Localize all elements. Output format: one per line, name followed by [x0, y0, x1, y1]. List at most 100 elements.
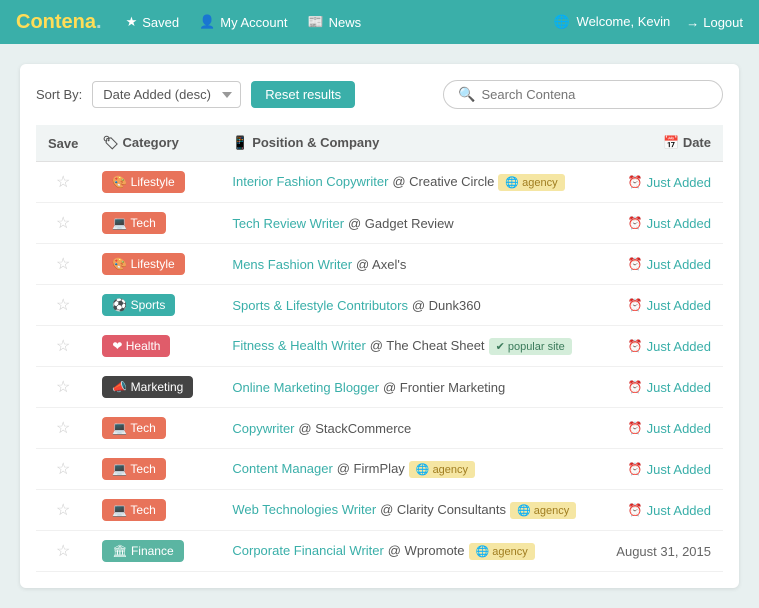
clock-icon: ⏰ [628, 421, 643, 435]
star-button[interactable]: ☆ [56, 420, 70, 437]
position-link[interactable]: Copywriter [232, 421, 294, 436]
category-badge[interactable]: 🎨 Lifestyle [102, 171, 184, 193]
td-save: ☆ [36, 449, 90, 490]
clock-icon: ⏰ [628, 298, 643, 312]
star-button[interactable]: ☆ [56, 379, 70, 396]
star-button[interactable]: ☆ [56, 543, 70, 560]
search-wrap: 🔍 [443, 80, 723, 109]
td-save: ☆ [36, 367, 90, 408]
table-row: ☆ ❤ Health Fitness & Health Writer @ The C… [36, 326, 723, 367]
just-added-label: ⏰ Just Added [605, 503, 711, 518]
calendar-icon: 📅 [663, 135, 683, 150]
search-input[interactable] [481, 87, 708, 102]
category-badge[interactable]: ❤ Health [102, 335, 170, 357]
star-button[interactable]: ☆ [56, 502, 70, 519]
sort-select[interactable]: Date Added (desc) [92, 81, 241, 108]
just-added-label: ⏰ Just Added [605, 421, 711, 436]
category-badge[interactable]: 🎨 Lifestyle [102, 253, 184, 275]
clock-icon: ⏰ [628, 380, 643, 394]
agency-tag: 🌐 agency [510, 502, 576, 519]
reset-button[interactable]: Reset results [251, 81, 355, 108]
td-save: ☆ [36, 326, 90, 367]
td-save: ☆ [36, 244, 90, 285]
star-button[interactable]: ☆ [56, 256, 70, 273]
logout-label: Logout [703, 15, 743, 30]
position-link[interactable]: Web Technologies Writer [232, 502, 376, 517]
th-position-label: Position & Company [252, 135, 379, 150]
td-position: Sports & Lifestyle Contributors @ Dunk36… [220, 285, 593, 326]
at-text: @ FirmPlay [337, 461, 405, 476]
at-text: @ Dunk360 [412, 298, 481, 313]
star-button[interactable]: ☆ [56, 461, 70, 478]
at-text: @ The Cheat Sheet [370, 338, 485, 353]
td-date: ⏰ Just Added [593, 244, 723, 285]
position-link[interactable]: Tech Review Writer [232, 216, 344, 231]
nav-account[interactable]: 👤 My Account [199, 14, 287, 30]
star-button[interactable]: ☆ [56, 297, 70, 314]
th-date: 📅 Date [593, 125, 723, 162]
just-added-label: ⏰ Just Added [605, 257, 711, 272]
category-badge[interactable]: 💻 Tech [102, 458, 165, 480]
td-date: ⏰ Just Added [593, 490, 723, 531]
logout-button[interactable]: → Logout [686, 15, 743, 30]
category-badge[interactable]: 📣 Marketing [102, 376, 193, 398]
agency-tag: 🌐 agency [409, 461, 475, 478]
position-link[interactable]: Mens Fashion Writer [232, 257, 352, 272]
td-position: Interior Fashion Copywriter @ Creative C… [220, 162, 593, 203]
table-row: ☆🏛 FinanceCorporate Financial Writer @ W… [36, 531, 723, 572]
position-link[interactable]: Online Marketing Blogger [232, 380, 379, 395]
position-link[interactable]: Interior Fashion Copywriter [232, 174, 388, 189]
td-date: ⏰ Just Added [593, 449, 723, 490]
just-added-label: ⏰ Just Added [605, 298, 711, 313]
just-added-label: ⏰ Just Added [605, 339, 711, 354]
table-row: ☆ 📣 Marketing Online Marketing Blogger @ F… [36, 367, 723, 408]
category-badge[interactable]: 🏛 Finance [102, 540, 183, 562]
nav-news[interactable]: 📰 News [307, 14, 361, 30]
category-badge[interactable]: ⚽ Sports [102, 294, 175, 316]
td-save: ☆ [36, 531, 90, 572]
navbar: Contena. ★ Saved 👤 My Account 📰 News 🌐 W… [0, 0, 759, 44]
user-icon: 👤 [199, 14, 215, 30]
star-button[interactable]: ☆ [56, 338, 70, 355]
at-text: @ Axel's [356, 257, 406, 272]
brand-logo[interactable]: Contena. [16, 11, 102, 34]
star-button[interactable]: ☆ [56, 174, 70, 191]
clock-icon: ⏰ [628, 462, 643, 476]
th-save-label: Save [48, 136, 78, 151]
nav-saved[interactable]: ★ Saved [126, 14, 180, 30]
position-link[interactable]: Fitness & Health Writer [232, 338, 365, 353]
td-date: ⏰ Just Added [593, 162, 723, 203]
td-position: Copywriter @ StackCommerce [220, 408, 593, 449]
table-row: ☆ 💻 Tech Copywriter @ StackCommerce ⏰ Just … [36, 408, 723, 449]
just-added-label: ⏰ Just Added [605, 462, 711, 477]
main-container: Sort By: Date Added (desc) Reset results… [20, 64, 739, 588]
category-badge[interactable]: 💻 Tech [102, 212, 165, 234]
category-badge[interactable]: 💻 Tech [102, 499, 165, 521]
mobile-icon: 📱 [232, 135, 252, 150]
clock-icon: ⏰ [628, 503, 643, 517]
globe-icon: 🌐 [554, 14, 570, 29]
controls-row: Sort By: Date Added (desc) Reset results… [36, 80, 723, 109]
table-body: ☆ 🎨 Lifestyle Interior Fashion Copywriter … [36, 162, 723, 572]
position-link[interactable]: Content Manager [232, 461, 332, 476]
td-date: ⏰ Just Added [593, 367, 723, 408]
td-position: Tech Review Writer @ Gadget Review [220, 203, 593, 244]
td-position: Online Marketing Blogger @ Frontier Mark… [220, 367, 593, 408]
td-save: ☆ [36, 408, 90, 449]
star-icon: ★ [126, 14, 138, 30]
td-category: 🎨 Lifestyle [90, 162, 220, 203]
td-position: Content Manager @ FirmPlay 🌐 agency [220, 449, 593, 490]
td-date: ⏰ Just Added [593, 408, 723, 449]
td-date: ⏰ Just Added [593, 285, 723, 326]
position-link[interactable]: Corporate Financial Writer [232, 543, 383, 558]
welcome-text: 🌐 Welcome, Kevin [554, 14, 671, 30]
category-badge[interactable]: 💻 Tech [102, 417, 165, 439]
at-text: @ Frontier Marketing [383, 380, 505, 395]
star-button[interactable]: ☆ [56, 215, 70, 232]
brand-dot: . [96, 11, 102, 33]
table-row: ☆ 🎨 Lifestyle Mens Fashion Writer @ Axel's… [36, 244, 723, 285]
th-category-label: Category [123, 135, 179, 150]
position-link[interactable]: Sports & Lifestyle Contributors [232, 298, 408, 313]
nav-account-label: My Account [220, 15, 287, 30]
table-row: ☆ 🎨 Lifestyle Interior Fashion Copywriter … [36, 162, 723, 203]
